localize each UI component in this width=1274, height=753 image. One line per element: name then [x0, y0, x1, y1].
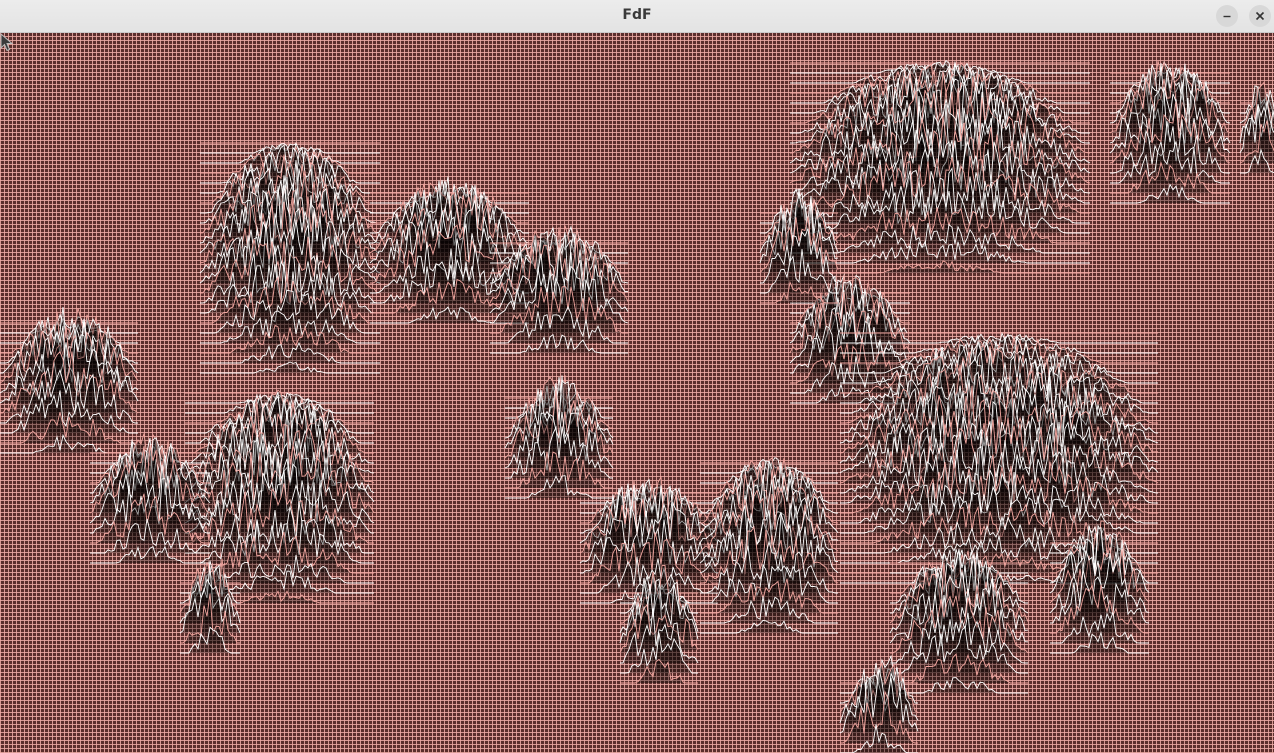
close-button[interactable]	[1249, 5, 1271, 27]
minimize-button[interactable]	[1216, 5, 1238, 27]
window-titlebar[interactable]: FdF	[0, 0, 1274, 33]
pointer-arrow-icon	[0, 33, 14, 52]
wireframe-terrain	[0, 59, 1274, 753]
window-title: FdF	[622, 7, 652, 23]
fdf-window: FdF	[0, 0, 1274, 753]
close-icon	[1255, 11, 1265, 21]
wireframe-canvas[interactable]	[0, 33, 1274, 753]
minimize-icon	[1223, 15, 1231, 18]
